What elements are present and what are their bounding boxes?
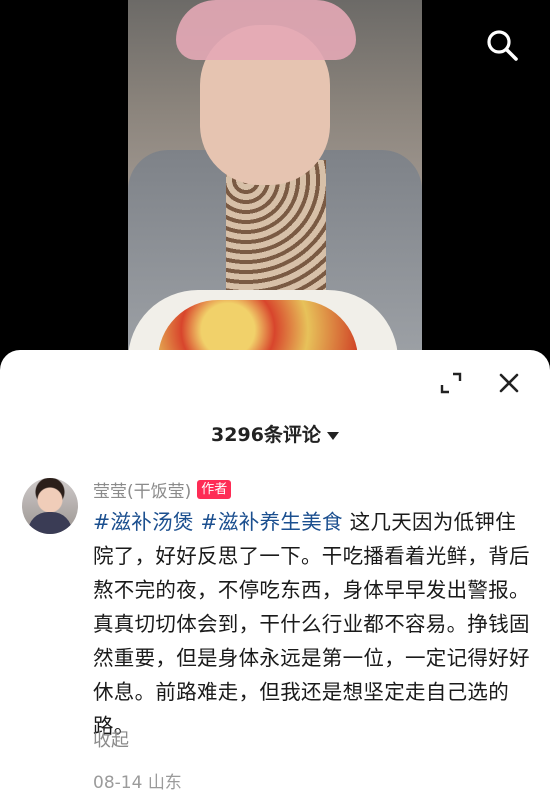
- comment-author-row: 莹莹(干饭莹) 作者: [93, 477, 232, 502]
- video-frame: [128, 0, 422, 360]
- comment-count-label[interactable]: 3296条评论: [211, 424, 321, 446]
- video-figure-headband: [176, 0, 356, 60]
- avatar[interactable]: [22, 478, 78, 534]
- comment-text: #滋补汤煲 #滋补养生美食 这几天因为低钾住院了，好好反思了一下。干吃播看着光鲜…: [93, 505, 533, 743]
- collapse-button[interactable]: 收起: [93, 726, 129, 752]
- expand-icon[interactable]: [438, 370, 464, 396]
- author-badge: 作者: [197, 480, 232, 499]
- close-icon[interactable]: [496, 370, 522, 396]
- comment-count-header[interactable]: 3296条评论: [0, 420, 550, 447]
- comment-date: 08-14: [93, 773, 143, 793]
- video-player[interactable]: [0, 0, 550, 360]
- hashtag-link[interactable]: #滋补汤煲: [93, 510, 194, 534]
- search-icon[interactable]: [485, 28, 519, 62]
- hashtag-link[interactable]: #滋补养生美食: [201, 510, 343, 534]
- chevron-down-icon[interactable]: [326, 431, 339, 440]
- comment-location: 山东: [147, 773, 182, 793]
- comment-meta: 08-14 山东: [93, 768, 182, 793]
- comment-body-text: 这几天因为低钾住院了，好好反思了一下。干吃播看着光鲜，背后熬不完的夜，不停吃东西…: [93, 510, 530, 738]
- comment-username[interactable]: 莹莹(干饭莹): [93, 477, 191, 502]
